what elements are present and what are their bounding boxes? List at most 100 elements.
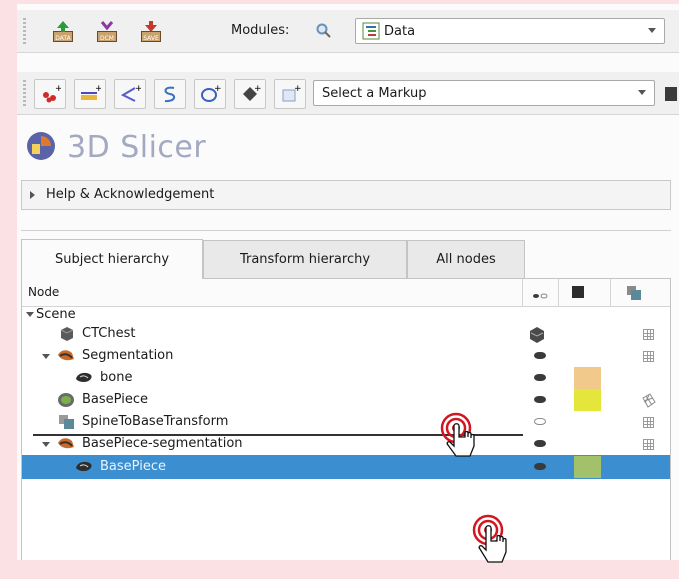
svg-text:+: + (214, 84, 221, 94)
node-name: Scene (36, 307, 76, 322)
save-icon: SAVE (141, 21, 161, 42)
data-module-icon (362, 22, 380, 40)
tree-row-scene[interactable]: Scene (22, 307, 670, 323)
tree-header: Node (22, 279, 670, 307)
module-panel: DATA DCM SAVE Modules: Data + + + + + + … (17, 4, 679, 560)
plane-icon: + (243, 84, 261, 101)
svg-text:+: + (254, 84, 261, 94)
toolbar-grip[interactable] (23, 80, 26, 106)
transform-icon (59, 415, 74, 429)
place-line-button[interactable]: + (74, 79, 106, 109)
visibility-column-icon[interactable] (532, 289, 548, 304)
tab-all-nodes[interactable]: All nodes (407, 240, 525, 278)
open-curve-icon (164, 86, 176, 103)
tree-row-ctchest[interactable]: CTChest (22, 323, 670, 345)
node-name: BasePiece (100, 459, 166, 474)
eye-visible-icon[interactable] (534, 463, 546, 470)
app-title: 3D Slicer (67, 130, 207, 165)
markups-toolbar: + + + + + + Select a Markup (17, 72, 679, 115)
hand-cursor-icon (472, 514, 507, 563)
tab-subject-hierarchy[interactable]: Subject hierarchy (21, 239, 203, 279)
save-button[interactable]: SAVE (135, 16, 167, 48)
place-plane-button[interactable]: + (234, 79, 266, 109)
module-selector[interactable]: Data (355, 18, 665, 44)
expand-arrow-icon (30, 191, 35, 199)
markup-selector-label: Select a Markup (322, 85, 427, 101)
help-collapsible[interactable]: Help & Acknowledgement (21, 180, 671, 210)
color-swatch[interactable] (574, 367, 601, 389)
help-label: Help & Acknowledgement (46, 187, 215, 202)
transformed-grid-icon[interactable] (640, 392, 657, 409)
column-node[interactable]: Node (28, 285, 59, 299)
model-icon (58, 393, 74, 407)
svg-text:DCM: DCM (100, 35, 114, 42)
place-roi-button[interactable]: + (274, 79, 306, 109)
place-angle-button[interactable]: + (114, 79, 146, 109)
tab-label: Subject hierarchy (54, 252, 170, 267)
transform-column-icon[interactable] (626, 285, 642, 305)
chevron-down-icon (638, 90, 646, 95)
transform-grid-icon[interactable] (643, 351, 654, 362)
place-closed-curve-button[interactable]: + (194, 79, 226, 109)
node-name: BasePiece-segmentation (82, 436, 243, 451)
line-icon: + (81, 84, 101, 100)
svg-text:SAVE: SAVE (143, 35, 159, 42)
slicer-logo-icon (27, 132, 55, 160)
markup-selector[interactable]: Select a Markup (313, 80, 655, 106)
segment-icon (76, 461, 92, 471)
color-swatch[interactable] (574, 456, 601, 478)
eye-visible-icon[interactable] (534, 374, 546, 381)
node-name: Segmentation (82, 348, 174, 363)
segment-icon (76, 372, 92, 382)
dicom-icon: DCM (97, 21, 117, 42)
roi-icon: + (282, 84, 301, 102)
svg-text:+: + (55, 84, 61, 94)
transform-grid-icon[interactable] (643, 439, 654, 450)
node-name: bone (100, 370, 133, 385)
transform-grid-icon[interactable] (643, 417, 654, 428)
collapse-arrow-icon[interactable] (26, 312, 34, 317)
transform-grid-icon[interactable] (643, 329, 654, 340)
eye-visible-icon[interactable] (534, 396, 546, 403)
tree-row-segmentation[interactable]: Segmentation (22, 345, 670, 367)
app-logo-row: 3D Slicer (17, 122, 679, 170)
tab-transform-hierarchy[interactable]: Transform hierarchy (203, 240, 407, 278)
load-data-button[interactable]: DATA (47, 16, 79, 48)
svg-text:+: + (294, 84, 301, 94)
color-swatch-icon[interactable] (665, 87, 677, 101)
svg-text:+: + (95, 84, 101, 94)
tab-label: Transform hierarchy (239, 252, 371, 267)
eye-visible-icon[interactable] (534, 440, 546, 447)
tree-row-basepiece-segmentation[interactable]: BasePiece-segmentation (22, 433, 670, 455)
toolbar-grip[interactable] (23, 18, 26, 44)
data-load-icon: DATA (53, 21, 73, 42)
tree-row-spine-transform[interactable]: SpineToBaseTransform (22, 411, 670, 433)
divider (21, 230, 671, 231)
node-name: SpineToBaseTransform (82, 414, 229, 429)
collapse-arrow-icon[interactable] (42, 442, 50, 447)
color-column-icon[interactable] (572, 286, 584, 298)
tab-label: All nodes (436, 252, 496, 267)
place-open-curve-button[interactable] (154, 79, 186, 109)
node-name: CTChest (82, 326, 136, 341)
modules-label: Modules: (231, 23, 290, 38)
subject-hierarchy-tree[interactable]: Node Scene CTChest Segmentation bone Bas… (21, 278, 671, 560)
eye-visible-icon[interactable] (534, 352, 546, 359)
color-swatch[interactable] (574, 389, 601, 411)
tree-row-basepiece-model[interactable]: BasePiece (22, 389, 670, 411)
module-search-icon[interactable] (315, 22, 333, 44)
tree-row-bone[interactable]: bone (22, 367, 670, 389)
svg-text:DATA: DATA (55, 35, 71, 42)
place-fiducial-button[interactable]: + (34, 79, 66, 109)
module-selected-label: Data (384, 23, 416, 39)
segmentation-icon (58, 350, 74, 361)
tree-row-basepiece-segment[interactable]: BasePiece (22, 455, 670, 479)
segmentation-icon (58, 438, 74, 449)
collapse-arrow-icon[interactable] (42, 354, 50, 359)
dicom-button[interactable]: DCM (91, 16, 123, 48)
hand-cursor-icon (440, 412, 475, 457)
closed-curve-icon: + (201, 84, 221, 102)
eye-hidden-icon[interactable] (534, 418, 546, 425)
main-toolbar: DATA DCM SAVE Modules: Data (17, 10, 679, 53)
volume-visibility-icon[interactable] (527, 324, 547, 344)
